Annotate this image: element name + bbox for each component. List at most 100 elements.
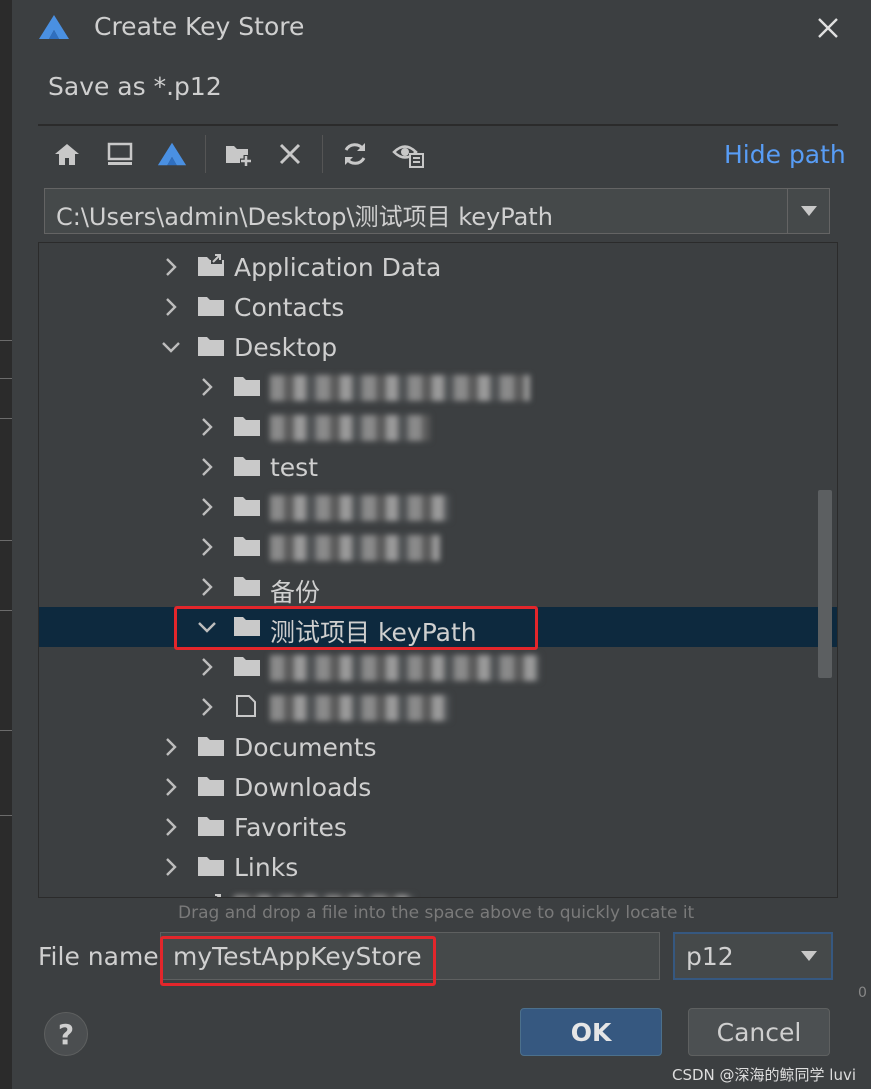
extension-value[interactable]: p12 bbox=[686, 942, 734, 971]
tree-row-label: test bbox=[270, 453, 319, 482]
delete-button[interactable] bbox=[273, 137, 307, 171]
background-ide-mark bbox=[0, 418, 12, 419]
tree-row[interactable]: 备份 bbox=[39, 567, 837, 607]
background-ide-mark bbox=[0, 340, 12, 341]
redacted-label bbox=[270, 495, 450, 521]
tree-row-label: Application Data bbox=[234, 253, 442, 282]
ok-button[interactable]: OK bbox=[520, 1008, 662, 1056]
file-name-label: File name: bbox=[38, 942, 168, 971]
folder-icon bbox=[234, 417, 260, 436]
folder-icon bbox=[198, 857, 224, 876]
show-hidden-button[interactable] bbox=[392, 137, 426, 171]
tree-row[interactable] bbox=[39, 527, 837, 567]
chevron-right-icon[interactable] bbox=[161, 857, 181, 877]
tree-row-label: Desktop bbox=[234, 333, 338, 362]
folder-icon bbox=[198, 337, 224, 356]
folder-icon bbox=[234, 657, 260, 676]
tree-row[interactable]: Links bbox=[39, 847, 837, 887]
desktop-button[interactable] bbox=[103, 137, 137, 171]
tree-row[interactable]: Contacts bbox=[39, 287, 837, 327]
drag-drop-hint: Drag and drop a file into the space abov… bbox=[178, 903, 695, 923]
redacted-label bbox=[270, 535, 440, 561]
dialog-subtitle: Save as *.p12 bbox=[48, 72, 222, 101]
chevron-right-icon[interactable] bbox=[197, 657, 217, 677]
tree-row[interactable]: Downloads bbox=[39, 767, 837, 807]
dialog-title: Create Key Store bbox=[94, 12, 305, 41]
folder-icon bbox=[234, 617, 260, 636]
path-value[interactable]: C:\Users\admin\Desktop\测试项目 keyPath bbox=[56, 197, 553, 232]
tree-row[interactable] bbox=[39, 687, 837, 727]
file-tree[interactable]: Application Data Contacts Desktop test 备份测试项… bbox=[38, 242, 838, 898]
tree-row-label: Favorites bbox=[234, 813, 347, 842]
folder-icon bbox=[234, 577, 260, 596]
folder-icon bbox=[198, 297, 224, 316]
chevron-right-icon[interactable] bbox=[197, 457, 217, 477]
chevron-right-icon[interactable] bbox=[197, 697, 217, 717]
chevron-down-icon bbox=[800, 206, 817, 216]
chevron-down-icon[interactable] bbox=[197, 617, 217, 637]
project-button[interactable] bbox=[155, 137, 189, 171]
cancel-button[interactable]: Cancel bbox=[688, 1008, 830, 1056]
file-icon bbox=[236, 695, 256, 717]
chevron-right-icon[interactable] bbox=[161, 257, 181, 277]
folder-shortcut-icon bbox=[211, 894, 222, 897]
tree-row[interactable]: Documents bbox=[39, 727, 837, 767]
tree-row[interactable]: Desktop bbox=[39, 327, 837, 367]
chevron-right-icon[interactable] bbox=[197, 417, 217, 437]
tree-row-label: 测试项目 keyPath bbox=[270, 618, 477, 647]
tree-row-label: 备份 bbox=[270, 578, 321, 607]
background-ide-edge bbox=[0, 0, 12, 1089]
chevron-right-icon[interactable] bbox=[161, 777, 181, 797]
chevron-right-icon[interactable] bbox=[161, 737, 181, 757]
tree-row[interactable]: test bbox=[39, 447, 837, 487]
tree-row[interactable]: Application Data bbox=[39, 247, 837, 287]
refresh-icon bbox=[344, 143, 366, 165]
background-ide-mark bbox=[0, 815, 12, 816]
path-history-dropdown[interactable] bbox=[787, 189, 829, 233]
folder-icon bbox=[198, 737, 224, 756]
toolbar-separator bbox=[322, 135, 323, 173]
chevron-right-icon[interactable] bbox=[161, 297, 181, 317]
toolbar-separator bbox=[205, 135, 206, 173]
close-icon[interactable] bbox=[812, 12, 844, 44]
new-folder-button[interactable] bbox=[222, 137, 256, 171]
background-ide-mark bbox=[0, 378, 12, 379]
tree-scrollbar[interactable] bbox=[818, 490, 832, 678]
hide-path-link[interactable]: Hide path bbox=[724, 140, 846, 169]
folder-shortcut-icon bbox=[198, 254, 224, 276]
background-ide-mark bbox=[0, 610, 12, 611]
tree-row[interactable] bbox=[39, 647, 837, 687]
background-ide-mark bbox=[0, 540, 12, 541]
background-ide-fragment: 0 bbox=[858, 985, 867, 1001]
tree-row-label: Links bbox=[234, 853, 299, 882]
chevron-right-icon[interactable] bbox=[197, 577, 217, 597]
tree-row[interactable]: Favorites bbox=[39, 807, 837, 847]
refresh-button[interactable] bbox=[338, 137, 372, 171]
file-name-input[interactable] bbox=[160, 932, 660, 980]
tree-row[interactable]: 测试项目 keyPath bbox=[39, 607, 837, 647]
redacted-label bbox=[270, 415, 430, 441]
tree-row[interactable] bbox=[39, 367, 837, 407]
tree-row[interactable] bbox=[39, 407, 837, 447]
chevron-right-icon[interactable] bbox=[197, 537, 217, 557]
home-button[interactable] bbox=[50, 137, 84, 171]
folder-icon bbox=[234, 497, 260, 516]
chevron-right-icon[interactable] bbox=[197, 377, 217, 397]
chevron-right-icon[interactable] bbox=[197, 497, 217, 517]
help-button[interactable]: ? bbox=[44, 1012, 88, 1056]
redacted-label bbox=[270, 695, 450, 721]
tree-row[interactable] bbox=[39, 487, 837, 527]
folder-icon bbox=[198, 817, 224, 836]
tree-row[interactable] bbox=[39, 887, 837, 898]
folder-icon bbox=[198, 777, 224, 796]
header-divider bbox=[38, 124, 838, 126]
app-logo-icon bbox=[39, 15, 69, 39]
delete-icon bbox=[279, 143, 301, 165]
watermark-text: CSDN @深海的鲸同学 luvi bbox=[672, 1066, 857, 1084]
chevron-right-icon[interactable] bbox=[161, 817, 181, 837]
chevron-right-icon[interactable] bbox=[161, 897, 181, 898]
desktop-icon bbox=[107, 142, 133, 165]
chevron-down-icon[interactable] bbox=[161, 337, 181, 357]
folder-icon bbox=[234, 377, 260, 396]
folder-icon bbox=[234, 537, 260, 556]
